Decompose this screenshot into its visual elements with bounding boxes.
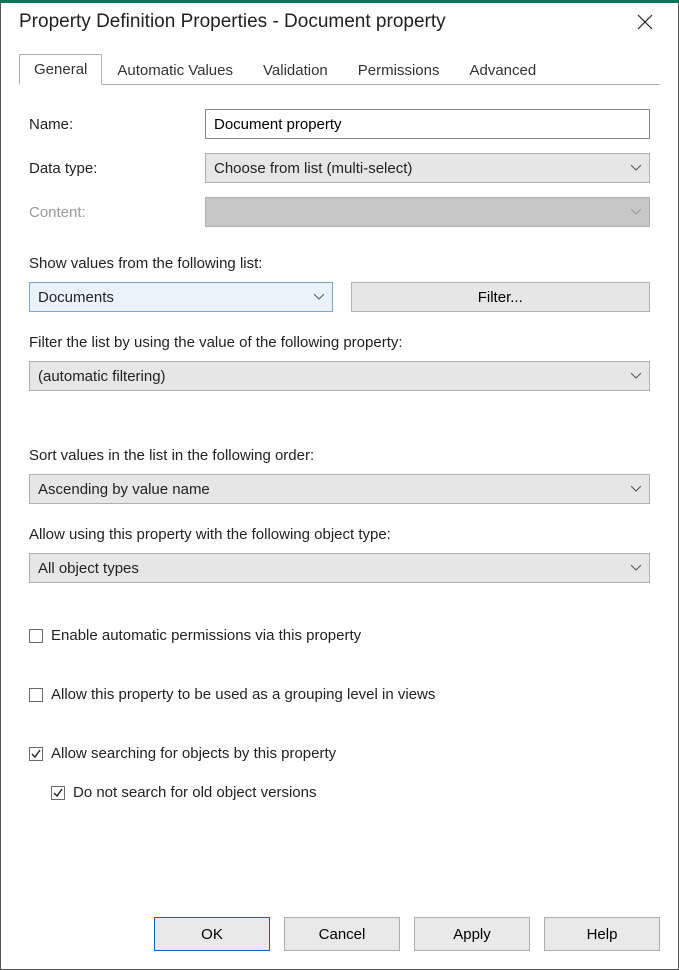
tab-advanced[interactable]: Advanced bbox=[454, 55, 551, 85]
name-row: Name: bbox=[29, 109, 650, 139]
filter-list-combo[interactable]: (automatic filtering) bbox=[29, 361, 650, 391]
chevron-down-icon bbox=[631, 565, 641, 571]
allow-object-label: Allow using this property with the follo… bbox=[29, 526, 650, 543]
show-values-row: Documents Filter... bbox=[29, 282, 650, 312]
show-values-label: Show values from the following list: bbox=[29, 255, 650, 272]
chevron-down-icon bbox=[631, 165, 641, 171]
help-button[interactable]: Help bbox=[544, 917, 660, 951]
datatype-label: Data type: bbox=[29, 160, 205, 177]
filter-list-label: Filter the list by using the value of th… bbox=[29, 334, 650, 351]
content-combo bbox=[205, 197, 650, 227]
show-values-value: Documents bbox=[38, 289, 114, 306]
window-title: Property Definition Properties - Documen… bbox=[19, 11, 446, 33]
filter-button[interactable]: Filter... bbox=[351, 282, 651, 312]
enable-auto-perms-label: Enable automatic permissions via this pr… bbox=[51, 627, 361, 644]
titlebar: Property Definition Properties - Documen… bbox=[1, 3, 678, 39]
show-values-combo[interactable]: Documents bbox=[29, 282, 333, 312]
checkbox-icon bbox=[51, 786, 65, 800]
allow-object-combo[interactable]: All object types bbox=[29, 553, 650, 583]
name-input[interactable] bbox=[205, 109, 650, 139]
ok-button[interactable]: OK bbox=[154, 917, 270, 951]
tab-strip: General Automatic Values Validation Perm… bbox=[19, 53, 660, 85]
content-row: Content: bbox=[29, 197, 650, 227]
chevron-down-icon bbox=[631, 373, 641, 379]
tab-permissions[interactable]: Permissions bbox=[343, 55, 455, 85]
tab-validation[interactable]: Validation bbox=[248, 55, 343, 85]
allow-grouping-checkbox[interactable]: Allow this property to be used as a grou… bbox=[29, 686, 650, 703]
no-old-versions-checkbox[interactable]: Do not search for old object versions bbox=[51, 784, 650, 801]
tab-general[interactable]: General bbox=[19, 54, 102, 85]
name-label: Name: bbox=[29, 116, 205, 133]
close-icon bbox=[637, 14, 653, 30]
sort-label: Sort values in the list in the following… bbox=[29, 447, 650, 464]
sort-combo[interactable]: Ascending by value name bbox=[29, 474, 650, 504]
no-old-versions-label: Do not search for old object versions bbox=[73, 784, 316, 801]
sort-value: Ascending by value name bbox=[38, 481, 210, 498]
allow-grouping-label: Allow this property to be used as a grou… bbox=[51, 686, 435, 703]
datatype-row: Data type: Choose from list (multi-selec… bbox=[29, 153, 650, 183]
allow-object-value: All object types bbox=[38, 560, 139, 577]
datatype-combo[interactable]: Choose from list (multi-select) bbox=[205, 153, 650, 183]
chevron-down-icon bbox=[314, 294, 324, 300]
checkbox-icon bbox=[29, 747, 43, 761]
close-button[interactable] bbox=[626, 14, 664, 30]
tab-automatic-values[interactable]: Automatic Values bbox=[102, 55, 248, 85]
apply-button[interactable]: Apply bbox=[414, 917, 530, 951]
checkbox-icon bbox=[29, 688, 43, 702]
chevron-down-icon bbox=[631, 209, 641, 215]
allow-searching-label: Allow searching for objects by this prop… bbox=[51, 745, 336, 762]
content-label: Content: bbox=[29, 204, 205, 221]
filter-list-value: (automatic filtering) bbox=[38, 368, 166, 385]
allow-searching-checkbox[interactable]: Allow searching for objects by this prop… bbox=[29, 745, 650, 762]
chevron-down-icon bbox=[631, 486, 641, 492]
checkbox-icon bbox=[29, 629, 43, 643]
dialog-body: General Automatic Values Validation Perm… bbox=[1, 39, 678, 903]
cancel-button[interactable]: Cancel bbox=[284, 917, 400, 951]
enable-auto-perms-checkbox[interactable]: Enable automatic permissions via this pr… bbox=[29, 627, 650, 644]
button-bar: OK Cancel Apply Help bbox=[1, 903, 678, 969]
dialog-window: Property Definition Properties - Documen… bbox=[0, 0, 679, 970]
general-panel: Name: Data type: Choose from list (multi… bbox=[19, 85, 660, 903]
datatype-value: Choose from list (multi-select) bbox=[214, 160, 412, 177]
